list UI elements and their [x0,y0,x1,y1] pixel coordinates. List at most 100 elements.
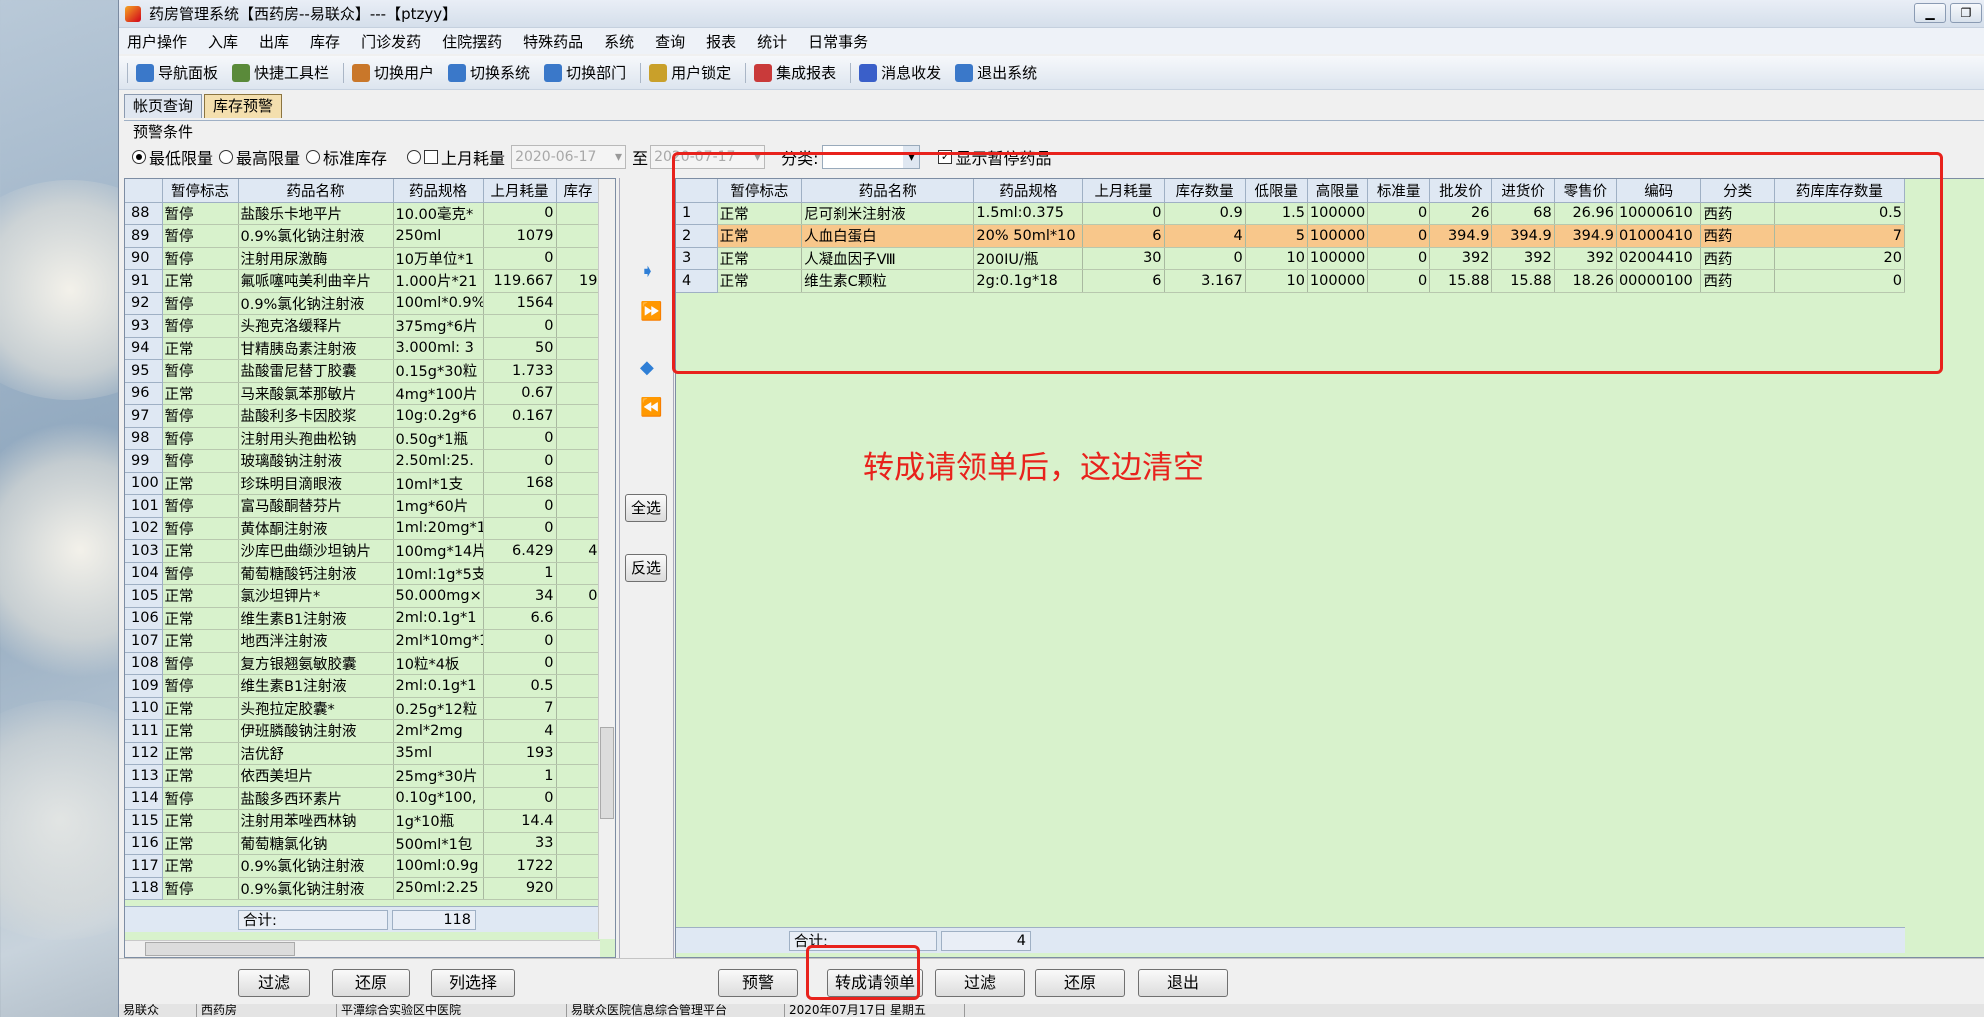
left-filter-button[interactable]: 过滤 [238,969,310,997]
last-month-usage-checkbox[interactable] [424,150,439,164]
left-table-row[interactable]: 108 暂停 复方银翘氨敏胶囊 10粒*4板 0 [125,652,601,675]
left-hscroll-thumb[interactable] [145,942,295,956]
left-table-row[interactable]: 98 暂停 注射用头孢曲松钠 0.50g*1瓶 0 [125,427,601,450]
left-table-row[interactable]: 107 正常 地西泮注射液 2ml*10mg*1 0 [125,629,601,653]
right-table-row[interactable]: 2 正常 人血白蛋白 20% 50ml*10 6 4 5 100000 0 394.9 394.9 3… [676,224,1906,248]
left-header-col-3[interactable]: 上月耗量 [483,179,557,203]
left-restore-button[interactable]: 还原 [332,969,410,997]
left-table-row[interactable]: 111 正常 伊班膦酸钠注射液 2ml*2mg 4 [125,719,601,743]
category-select[interactable] [822,145,921,169]
menu-item-0[interactable]: 用户操作 [127,31,187,52]
toolbar-button-2[interactable]: 切换用户 [352,62,434,83]
menu-item-3[interactable]: 库存 [310,31,340,52]
left-table-row[interactable]: 104 暂停 葡萄糖酸钙注射液 10ml:1g*5支 1 [125,562,601,585]
left-table-row[interactable]: 105 正常 氯沙坦钾片* 50.000mg× 34 0 [125,584,601,608]
left-header-col-0[interactable]: 暂停标志 [162,179,239,203]
menu-item-5[interactable]: 住院摆药 [442,31,502,52]
right-header-col-2[interactable]: 药品规格 [973,179,1084,203]
left-table-row[interactable]: 93 暂停 头孢克洛缓释片 375mg*6片 0 [125,314,601,338]
menu-item-7[interactable]: 系统 [604,31,634,52]
left-table-row[interactable]: 115 正常 注射用苯唑西林钠 1g*10瓶 14.4 [125,809,601,833]
invert-selection-button[interactable]: 反选 [625,554,667,582]
left-table-row[interactable]: 103 正常 沙库巴曲缬沙坦钠片 100mg*14片 6.429 4 [125,539,601,563]
restore-button[interactable]: ❐ [1950,3,1982,23]
min-limit-radio[interactable] [132,150,146,164]
menu-item-1[interactable]: 入库 [208,31,238,52]
left-table-row[interactable]: 102 暂停 黄体酮注射液 1ml:20mg*1 0 [125,517,601,540]
left-vscroll-thumb[interactable] [600,727,614,819]
menu-item-10[interactable]: 统计 [757,31,787,52]
right-header-col-4[interactable]: 库存数量 [1164,179,1246,203]
left-table-row[interactable]: 101 暂停 富马酸酮替芬片 1mg*60片 0 [125,494,601,518]
left-header-col-2[interactable]: 药品规格 [393,179,484,203]
menu-item-2[interactable]: 出库 [259,31,289,52]
left-table-row[interactable]: 116 正常 葡萄糖氯化钠 500ml*1包 33 [125,832,601,855]
left-table-row[interactable]: 97 暂停 盐酸利多卡因胶浆 10g:0.2g*6 0.167 [125,404,601,428]
left-header-col-4[interactable]: 库存 [556,179,601,203]
right-table-row[interactable]: 3 正常 人凝血因子Ⅷ 200IU/瓶 30 0 10 100000 0 392 392 392 020… [676,247,1906,270]
left-table-row[interactable]: 99 暂停 玻璃酸钠注射液 2.50ml:25. 0 [125,449,601,473]
toolbar-button-4[interactable]: 切换部门 [544,62,626,83]
left-table-row[interactable]: 112 正常 洁优舒 35ml 193 [125,742,601,765]
left-table-row[interactable]: 113 正常 依西美坦片 25mg*30片 1 [125,764,601,788]
left-header-col-1[interactable]: 药品名称 [238,179,394,203]
left-table-row[interactable]: 110 正常 头孢拉定胶囊* 0.25g*12粒 7 [125,697,601,720]
warning-button[interactable]: 预警 [718,969,798,997]
left-table-row[interactable]: 118 暂停 0.9%氯化钠注射液 250ml:2.25 920 [125,877,601,900]
show-paused-checkbox[interactable]: ✓ [938,150,953,164]
right-filter-button[interactable]: 过滤 [935,969,1025,997]
left-table-row[interactable]: 106 正常 维生素B1注射液 2ml:0.1g*1 6.6 [125,607,601,630]
left-table-row[interactable]: 88 暂停 盐酸乐卡地平片 10.00毫克* 0 [125,202,601,225]
toolbar-button-3[interactable]: 切换系统 [448,62,530,83]
select-all-button[interactable]: 全选 [625,494,667,522]
toolbar-button-6[interactable]: 集成报表 [754,62,836,83]
left-table-row[interactable]: 94 正常 甘精胰岛素注射液 3.000ml: 3 50 [125,337,601,360]
right-restore-button[interactable]: 还原 [1035,969,1125,997]
left-table-row[interactable]: 92 暂停 0.9%氯化钠注射液 100ml*0.9% 1564 [125,292,601,315]
toolbar-button-7[interactable]: 消息收发 [859,62,941,83]
menu-item-11[interactable]: 日常事务 [808,31,868,52]
left-table-row[interactable]: 117 正常 0.9%氯化钠注射液 100ml:0.9g 1722 [125,854,601,878]
convert-to-requisition-button[interactable]: 转成请领单 [827,969,923,997]
right-header-col-8[interactable]: 批发价 [1429,179,1493,203]
right-header-col-6[interactable]: 高限量 [1307,179,1368,203]
left-table-row[interactable]: 96 正常 马来酸氯苯那敏片 4mg*100片 0.67 [125,382,601,405]
column-select-button[interactable]: 列选择 [431,969,515,997]
left-table-row[interactable]: 114 暂停 盐酸多西环素片 0.10g*100, 0 [125,787,601,810]
max-limit-radio[interactable] [219,150,234,164]
move-all-left-icon[interactable]: ⏪ [640,399,662,417]
left-vertical-scrollbar[interactable] [598,179,615,939]
tab-ledger-query[interactable]: 帐页查询 [124,94,203,118]
toolbar-button-0[interactable]: 导航面板 [136,62,218,83]
right-header-col-11[interactable]: 编码 [1616,179,1702,203]
standard-stock-radio[interactable] [306,150,321,164]
right-header-col-7[interactable]: 标准量 [1367,179,1431,203]
toolbar-button-5[interactable]: 用户锁定 [649,62,731,83]
right-header-col-5[interactable]: 低限量 [1245,179,1308,203]
left-table-row[interactable]: 100 正常 珍珠明目滴眼液 10ml*1支 168 [125,472,601,495]
date-from-input[interactable]: 2020-06-17 [511,145,627,169]
date-to-input[interactable]: 2020-07-17 [650,145,766,169]
menu-item-9[interactable]: 报表 [706,31,736,52]
move-all-right-icon[interactable]: ⏩ [640,303,662,321]
right-header-col-9[interactable]: 进货价 [1491,179,1555,203]
tab-stock-warning[interactable]: 库存预警 [204,94,283,118]
left-table-row[interactable]: 89 暂停 0.9%氯化钠注射液 250ml 1079 [125,224,601,248]
minimize-button[interactable]: ▁ [1914,3,1946,23]
right-header-col-1[interactable]: 药品名称 [801,179,975,203]
right-table-row[interactable]: 4 正常 维生素C颗粒 2g:0.1g*18 6 3.167 10 100000 0 15.88 1… [676,269,1906,293]
left-horizontal-scrollbar[interactable] [125,940,600,957]
menu-item-8[interactable]: 查询 [655,31,685,52]
move-right-icon[interactable]: ➧ [640,263,656,281]
left-table-row[interactable]: 90 暂停 注射用尿激酶 10万单位*1 0 [125,247,601,270]
right-header-col-0[interactable]: 暂停标志 [717,179,803,203]
exit-button[interactable]: 退出 [1138,969,1228,997]
menu-item-4[interactable]: 门诊发药 [361,31,421,52]
left-table-row[interactable]: 95 暂停 盐酸雷尼替丁胶囊 0.15g*30粒 1.733 [125,359,601,383]
right-header-col-10[interactable]: 零售价 [1554,179,1617,203]
toolbar-button-1[interactable]: 快捷工具栏 [232,62,329,83]
left-table-row[interactable]: 91 正常 氟哌噻吨美利曲辛片 1.000片*21 119.667 19 [125,269,601,293]
menu-item-6[interactable]: 特殊药品 [523,31,583,52]
right-header-col-13[interactable]: 药库库存数量 [1774,179,1906,203]
right-header-col-3[interactable]: 上月耗量 [1082,179,1165,203]
